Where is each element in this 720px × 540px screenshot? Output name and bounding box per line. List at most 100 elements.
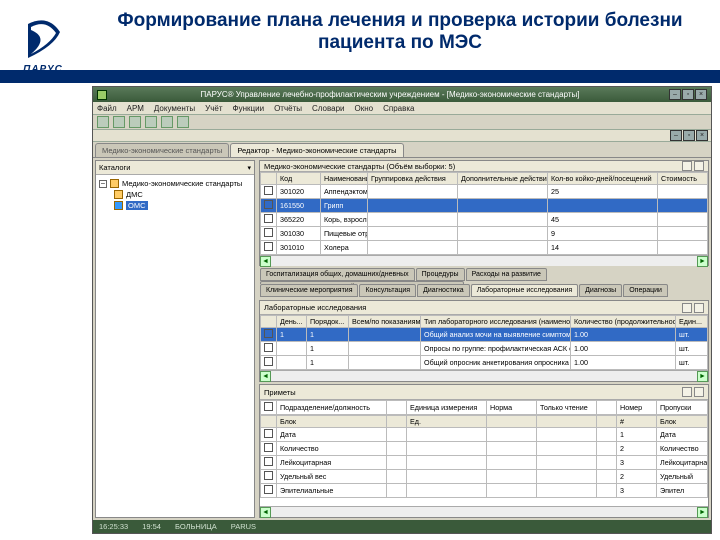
- filter-cell[interactable]: Подразделение/должность: [277, 401, 387, 415]
- doc-tab-1[interactable]: Медико-экономические стандарты: [95, 143, 229, 157]
- grid-tool-icon[interactable]: [694, 387, 704, 397]
- col-all[interactable]: Всем/по показаниям?: [349, 316, 421, 328]
- col-check[interactable]: [261, 173, 277, 185]
- tool-icon[interactable]: [145, 116, 157, 128]
- checkbox[interactable]: [264, 402, 273, 411]
- tab-dev[interactable]: Расходы на развитие: [466, 268, 547, 281]
- filter-cell[interactable]: Единица измерения: [407, 401, 487, 415]
- tab-consult[interactable]: Консультация: [359, 284, 416, 297]
- table-row[interactable]: Эпителиальные3Эпител: [261, 484, 708, 498]
- tab-hosp[interactable]: Госпитализация общих, домашних/дневных: [260, 268, 415, 281]
- tab-lab[interactable]: Лабораторные исследования: [471, 284, 578, 297]
- h-scrollbar[interactable]: ◄►: [260, 255, 708, 266]
- col-order[interactable]: Порядок...: [307, 316, 349, 328]
- standards-table[interactable]: Код Наименование Группировка действия До…: [260, 172, 708, 255]
- col-cost[interactable]: Стоимость: [658, 173, 708, 185]
- scroll-right-icon[interactable]: ►: [697, 371, 708, 382]
- col[interactable]: [537, 416, 597, 428]
- menu-func[interactable]: Функции: [233, 104, 265, 113]
- col[interactable]: [487, 416, 537, 428]
- filter-cell[interactable]: Пропуски: [657, 401, 708, 415]
- menu-reports[interactable]: Отчёты: [274, 104, 302, 113]
- mdi-close-button[interactable]: ×: [696, 130, 708, 141]
- menu-dict[interactable]: Словари: [312, 104, 345, 113]
- mdi-max-button[interactable]: ▫: [683, 130, 695, 141]
- table-row[interactable]: 11Общий анализ мочи на выявление симптом…: [261, 328, 708, 342]
- checkbox[interactable]: [264, 242, 273, 251]
- col[interactable]: [597, 416, 617, 428]
- table-row[interactable]: 1Общий опросник анкетирования опросника …: [261, 356, 708, 370]
- close-button[interactable]: ×: [695, 89, 707, 100]
- checkbox[interactable]: [264, 200, 273, 209]
- tab-diag[interactable]: Диагностика: [417, 284, 470, 297]
- titlebar[interactable]: ПАРУС® Управление лечебно-профилактическ…: [93, 87, 711, 102]
- checkbox[interactable]: [264, 357, 273, 366]
- col-days[interactable]: Кол-во койко-дней/посещений: [548, 173, 658, 185]
- tool-icon[interactable]: [177, 116, 189, 128]
- table-row[interactable]: 161550Грипп: [261, 199, 708, 213]
- col-code[interactable]: Код: [277, 173, 321, 185]
- filter-cell[interactable]: Номер: [617, 401, 657, 415]
- checkbox[interactable]: [264, 186, 273, 195]
- checkbox[interactable]: [264, 429, 273, 438]
- checkbox[interactable]: [264, 457, 273, 466]
- col-check[interactable]: [261, 416, 277, 428]
- col-check[interactable]: [261, 316, 277, 328]
- menu-help[interactable]: Справка: [383, 104, 414, 113]
- filter-cell[interactable]: [597, 401, 617, 415]
- table-row[interactable]: 301010Холера14: [261, 241, 708, 255]
- tool-icon[interactable]: [161, 116, 173, 128]
- tab-proc[interactable]: Процедуры: [416, 268, 465, 281]
- checkbox[interactable]: [264, 343, 273, 352]
- doc-tab-2[interactable]: Редактор - Медико-экономические стандарт…: [230, 143, 403, 157]
- table-row[interactable]: 301020Аппендэктомия25: [261, 185, 708, 199]
- checkbox[interactable]: [264, 471, 273, 480]
- scroll-left-icon[interactable]: ◄: [260, 256, 271, 267]
- maximize-button[interactable]: ▫: [682, 89, 694, 100]
- checkbox[interactable]: [264, 228, 273, 237]
- tab-clinic[interactable]: Клинические мероприятия: [260, 284, 358, 297]
- tree-child[interactable]: ОМС: [99, 200, 251, 211]
- tree-root[interactable]: – Медико-экономические стандарты: [99, 178, 251, 189]
- table-row[interactable]: 365220Корь, взрослые45: [261, 213, 708, 227]
- filter-cell[interactable]: Только чтение: [537, 401, 597, 415]
- col-qty[interactable]: Количество (продолжительность): [571, 316, 676, 328]
- filter-cell[interactable]: [387, 401, 407, 415]
- tool-icon[interactable]: [129, 116, 141, 128]
- tree-child[interactable]: ДМС: [99, 189, 251, 200]
- table-row[interactable]: Дата1Дата: [261, 428, 708, 442]
- col-num[interactable]: #: [617, 416, 657, 428]
- checkbox[interactable]: [264, 214, 273, 223]
- menu-account[interactable]: Учёт: [205, 104, 222, 113]
- scroll-right-icon[interactable]: ►: [697, 507, 708, 518]
- col-block2[interactable]: Блок: [657, 416, 708, 428]
- col-block[interactable]: Блок: [277, 416, 387, 428]
- col-group[interactable]: Группировка действия: [368, 173, 458, 185]
- checkbox[interactable]: [264, 443, 273, 452]
- grid-tool-icon[interactable]: [682, 161, 692, 171]
- minimize-button[interactable]: –: [669, 89, 681, 100]
- h-scrollbar[interactable]: ◄►: [260, 370, 708, 381]
- params-table[interactable]: Блок Ед. # Блок Дата1ДатаКоличество2Коли…: [260, 415, 708, 498]
- mdi-min-button[interactable]: –: [670, 130, 682, 141]
- scroll-right-icon[interactable]: ►: [697, 256, 708, 267]
- menu-arm[interactable]: АРМ: [127, 104, 144, 113]
- collapse-icon[interactable]: –: [99, 180, 107, 188]
- h-scrollbar[interactable]: ◄►: [260, 506, 708, 517]
- grid-tool-icon[interactable]: [682, 303, 692, 313]
- table-row[interactable]: 1Опросы по группе: профилактическая АСК …: [261, 342, 708, 356]
- menu-window[interactable]: Окно: [355, 104, 374, 113]
- col-day[interactable]: День...: [277, 316, 307, 328]
- tab-diagnoses[interactable]: Диагнозы: [579, 284, 622, 297]
- grid-tool-icon[interactable]: [682, 387, 692, 397]
- scroll-left-icon[interactable]: ◄: [260, 371, 271, 382]
- table-row[interactable]: Удельный вес2Удельный: [261, 470, 708, 484]
- menu-file[interactable]: Файл: [97, 104, 117, 113]
- checkbox[interactable]: [264, 485, 273, 494]
- col-type[interactable]: Тип лабораторного исследования (наименов…: [421, 316, 571, 328]
- col-unit[interactable]: Един...: [676, 316, 708, 328]
- col-name[interactable]: Наименование: [321, 173, 368, 185]
- table-row[interactable]: Количество2Количество: [261, 442, 708, 456]
- table-row[interactable]: 301030Пищевые отравления и токсикоинфекц…: [261, 227, 708, 241]
- col[interactable]: [387, 416, 407, 428]
